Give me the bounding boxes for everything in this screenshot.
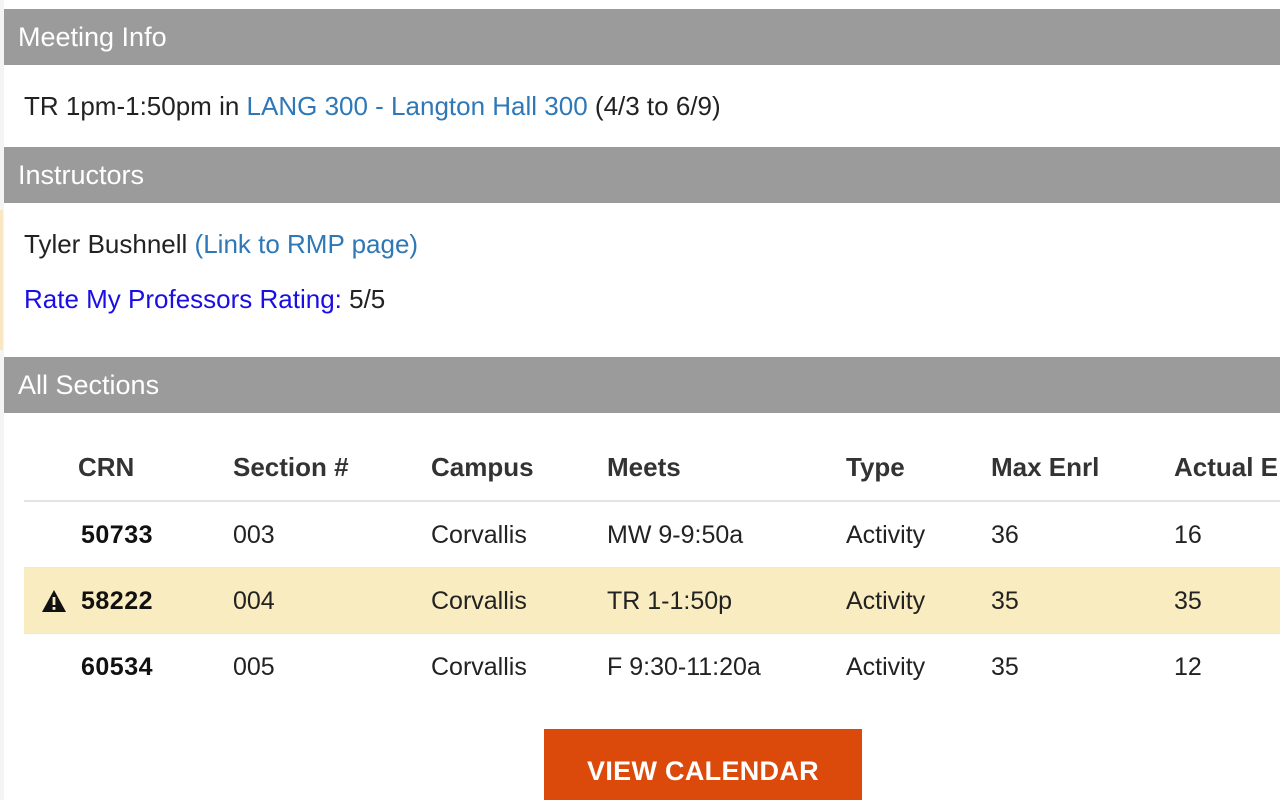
table-row-full-warning[interactable]: 58222 004 Corvallis TR 1-1:50p Activity … (24, 568, 1280, 634)
rmp-rating-value: 5/5 (349, 284, 386, 314)
crn-cell: 60534 (81, 653, 154, 681)
table-row[interactable]: 60534 005 Corvallis F 9:30-11:20a Activi… (24, 634, 1280, 700)
instructor-name: Tyler Bushnell (24, 229, 188, 259)
meeting-info-header: Meeting Info (4, 9, 1280, 65)
column-header-max-enrl: Max Enrl (991, 452, 1100, 482)
actual-enrl-cell: 16 (1174, 521, 1202, 549)
meets-cell: TR 1-1:50p (607, 587, 733, 615)
type-cell: Activity (846, 587, 926, 615)
meeting-date-range: (4/3 to 6/9) (594, 91, 721, 121)
view-calendar-button[interactable]: VIEW CALENDAR (544, 729, 862, 800)
meeting-schedule: TR 1pm-1:50pm in (24, 91, 240, 121)
campus-cell: Corvallis (431, 653, 527, 681)
meets-cell: F 9:30-11:20a (607, 653, 761, 681)
column-header-type: Type (846, 452, 905, 482)
column-header-section: Section # (233, 452, 349, 482)
crn-cell: 58222 (81, 587, 154, 615)
column-header-actual-enrl: Actual E (1174, 452, 1279, 482)
section-cell: 003 (233, 521, 275, 549)
left-accent-bar (0, 210, 3, 350)
campus-cell: Corvallis (431, 587, 527, 615)
meeting-info-line: TR 1pm-1:50pm in LANG 300 - Langton Hall… (24, 84, 721, 128)
section-cell: 004 (233, 587, 275, 615)
column-header-crn: CRN (78, 452, 135, 482)
all-sections-header: All Sections (4, 357, 1280, 413)
type-cell: Activity (846, 653, 926, 681)
crn-cell: 50733 (81, 521, 154, 549)
rmp-rating-line: Rate My Professors Rating: 5/5 (24, 277, 385, 321)
rmp-rating-label: Rate My Professors Rating: (24, 284, 342, 314)
instructor-line: Tyler Bushnell (Link to RMP page) (24, 222, 418, 266)
instructors-header: Instructors (4, 147, 1280, 203)
table-row[interactable]: 50733 003 Corvallis MW 9-9:50a Activity … (24, 502, 1280, 568)
max-enrl-cell: 35 (991, 587, 1019, 615)
column-header-campus: Campus (431, 452, 534, 482)
location-link[interactable]: LANG 300 - Langton Hall 300 (247, 91, 588, 121)
actual-enrl-cell: 35 (1174, 587, 1202, 615)
sections-table: CRN Section # Campus Meets Type Max Enrl… (24, 434, 1280, 704)
section-cell: 005 (233, 653, 275, 681)
rmp-page-link[interactable]: (Link to RMP page) (195, 229, 419, 259)
type-cell: Activity (846, 521, 926, 549)
warning-triangle-icon (42, 590, 66, 612)
column-header-meets: Meets (607, 452, 681, 482)
meets-cell: MW 9-9:50a (607, 521, 744, 549)
actual-enrl-cell: 12 (1174, 653, 1202, 681)
course-detail-page: Meeting Info TR 1pm-1:50pm in LANG 300 -… (0, 0, 1280, 800)
max-enrl-cell: 36 (991, 521, 1019, 549)
campus-cell: Corvallis (431, 521, 527, 549)
max-enrl-cell: 35 (991, 653, 1019, 681)
